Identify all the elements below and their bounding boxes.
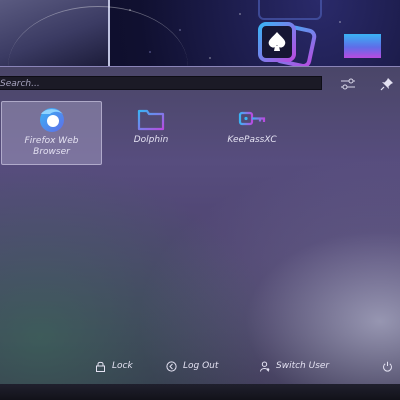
power-icon bbox=[383, 361, 392, 371]
app-label-keepassxc: KeePassXC bbox=[227, 135, 277, 145]
app-label-firefox: Firefox Web Browser bbox=[24, 136, 79, 157]
application-launcher: Search... Firefox Web Browser Dolphin Ke… bbox=[0, 66, 400, 385]
firefox-icon bbox=[39, 108, 64, 132]
app-tile-keepassxc[interactable]: KeePassXC bbox=[202, 101, 302, 163]
logout-button[interactable]: Log Out bbox=[166, 359, 218, 373]
key-icon bbox=[238, 111, 266, 126]
desktop-icon-partial[interactable] bbox=[258, 0, 322, 20]
switch-user-label: Switch User bbox=[276, 361, 330, 371]
switch-user-button[interactable]: Switch User bbox=[259, 359, 329, 373]
cards-icon[interactable] bbox=[252, 20, 324, 69]
logout-label: Log Out bbox=[183, 361, 219, 371]
search-row: Search... bbox=[0, 76, 400, 96]
desktop-window-preview[interactable] bbox=[0, 0, 188, 66]
app-tile-dolphin[interactable]: Dolphin bbox=[102, 101, 200, 163]
taskbar bbox=[0, 384, 400, 400]
lock-label: Lock bbox=[112, 361, 133, 371]
folder-icon bbox=[137, 109, 165, 131]
logout-icon bbox=[166, 360, 177, 372]
power-button[interactable] bbox=[382, 359, 393, 373]
pin-icon[interactable] bbox=[380, 77, 394, 91]
lock-button[interactable]: Lock bbox=[95, 359, 133, 373]
switch-user-icon bbox=[260, 361, 270, 372]
filter-settings-icon[interactable] bbox=[340, 78, 356, 90]
search-input[interactable]: Search... bbox=[0, 76, 322, 90]
lock-icon bbox=[96, 361, 105, 372]
app-label-dolphin: Dolphin bbox=[133, 135, 169, 145]
desktop-icon-gradient[interactable] bbox=[344, 34, 381, 58]
search-placeholder: Search... bbox=[0, 79, 40, 89]
session-footer: Lock Log Out Switch User bbox=[0, 357, 400, 375]
app-tile-firefox[interactable]: Firefox Web Browser bbox=[1, 101, 102, 165]
